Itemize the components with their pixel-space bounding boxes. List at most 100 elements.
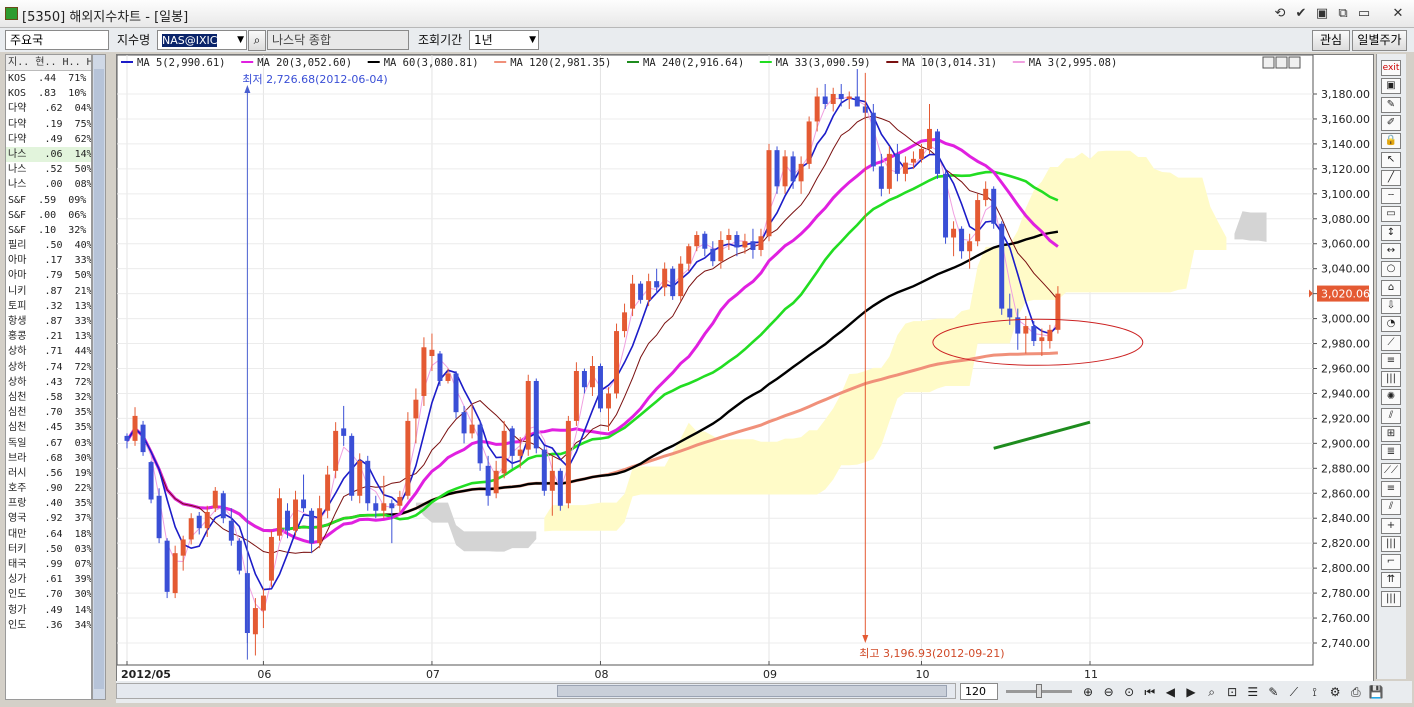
candle[interactable]: [501, 430, 507, 474]
list-item[interactable]: KOS .83 10%: [6, 86, 91, 101]
candle[interactable]: [509, 428, 515, 456]
candle[interactable]: [453, 373, 459, 413]
candle[interactable]: [164, 540, 170, 592]
candle[interactable]: [910, 158, 916, 163]
candle[interactable]: [325, 474, 331, 511]
list-item[interactable]: 상하 .71 44%: [6, 344, 91, 359]
list-item[interactable]: 터키 .50 03%: [6, 542, 91, 557]
candle[interactable]: [373, 503, 379, 511]
candle[interactable]: [285, 510, 290, 531]
minimize-icon[interactable]: ▭: [1355, 5, 1373, 23]
drawing-tool-button[interactable]: ⇩: [1381, 297, 1401, 314]
candle[interactable]: [927, 128, 932, 149]
drawing-tool-button[interactable]: ↔: [1381, 243, 1401, 259]
list-item[interactable]: 홍콩 .21 13%: [6, 329, 91, 344]
drawing-tool-button[interactable]: |||: [1381, 371, 1401, 388]
candle[interactable]: [204, 511, 210, 529]
candle[interactable]: [172, 553, 178, 594]
zoom-out-icon[interactable]: ⊖: [1101, 684, 1117, 700]
list-item[interactable]: 프랑 .40 35%: [6, 496, 91, 511]
candle[interactable]: [710, 248, 716, 262]
chart-scrollbar[interactable]: [116, 683, 956, 699]
prev-icon[interactable]: ◀: [1162, 684, 1178, 700]
drawing-tool-button[interactable]: ✐: [1381, 114, 1401, 131]
candle[interactable]: [236, 540, 242, 571]
candle[interactable]: [902, 162, 908, 174]
list-item[interactable]: 아마 .17 33%: [6, 253, 91, 268]
candle[interactable]: [565, 420, 571, 504]
candle[interactable]: [967, 241, 973, 252]
list-item[interactable]: S&F .59 09%: [6, 193, 91, 208]
dropdown-icon[interactable]: ▼: [237, 31, 244, 49]
candle[interactable]: [798, 163, 804, 182]
candle[interactable]: [349, 435, 355, 496]
candle[interactable]: [750, 241, 756, 250]
drawing-tool-button[interactable]: ▣: [1381, 78, 1401, 95]
restore-icon[interactable]: ⧉: [1334, 5, 1352, 23]
candle[interactable]: [493, 470, 499, 494]
drawing-tool-button[interactable]: ⫽: [1381, 499, 1401, 516]
candle[interactable]: [597, 366, 603, 409]
list-item[interactable]: 나스 .06 14%: [6, 146, 91, 163]
search-icon[interactable]: ⌕: [248, 30, 266, 51]
drawing-tool-button[interactable]: ⇈: [1381, 572, 1401, 589]
list-item[interactable]: 태국 .99 07%: [6, 557, 91, 572]
list-item[interactable]: 싱가 .61 39%: [6, 572, 91, 587]
list-item[interactable]: 필리 .50 40%: [6, 238, 91, 253]
drawing-tool-button[interactable]: 🔒: [1381, 133, 1401, 150]
drawing-tool-button[interactable]: ⫽: [1381, 407, 1401, 424]
candle[interactable]: [317, 508, 323, 544]
list-item[interactable]: 다약 .62 04%: [6, 101, 91, 116]
candle[interactable]: [389, 503, 395, 509]
chart-option-button[interactable]: [1288, 56, 1301, 69]
drawing-tool-button[interactable]: ⟋⟋: [1381, 462, 1401, 479]
candle[interactable]: [694, 234, 700, 247]
candle[interactable]: [1055, 293, 1061, 330]
candle[interactable]: [878, 166, 884, 189]
candle[interactable]: [918, 148, 924, 159]
candle[interactable]: [429, 349, 435, 357]
candle[interactable]: [1023, 326, 1029, 334]
candle[interactable]: [557, 470, 563, 506]
drawing-tool-button[interactable]: ≡: [1381, 352, 1401, 369]
indicator-icon[interactable]: ⟋: [1286, 684, 1302, 700]
dropdown-icon[interactable]: ▼: [529, 31, 536, 49]
pen-icon[interactable]: ✎: [1265, 684, 1281, 700]
candle[interactable]: [260, 595, 266, 611]
zoom-slider-handle[interactable]: [1036, 684, 1042, 698]
list-item[interactable]: 다약 .49 62%: [6, 132, 91, 147]
candle[interactable]: [397, 497, 403, 506]
candle[interactable]: [477, 424, 483, 464]
candle[interactable]: [1039, 337, 1045, 342]
list-item[interactable]: 인도 .70 30%: [6, 587, 91, 602]
candle[interactable]: [220, 493, 226, 519]
index-code-input[interactable]: NAS@IXIC ▼: [157, 30, 247, 50]
candle[interactable]: [686, 246, 692, 264]
candle[interactable]: [1007, 308, 1013, 318]
candle[interactable]: [421, 347, 427, 396]
list-item[interactable]: 심천 .45 35%: [6, 420, 91, 435]
list-item[interactable]: 나스 .52 50%: [6, 162, 91, 177]
list-item[interactable]: S&F .10 32%: [6, 223, 91, 238]
candle[interactable]: [437, 353, 443, 381]
list-item[interactable]: 아마 .79 50%: [6, 268, 91, 283]
zoom-fit-icon[interactable]: ⊙: [1121, 684, 1137, 700]
list-item[interactable]: S&F .00 06%: [6, 208, 91, 223]
candle[interactable]: [188, 518, 194, 540]
candle[interactable]: [646, 281, 652, 300]
candle[interactable]: [445, 373, 451, 381]
candle[interactable]: [461, 412, 467, 434]
drawing-tool-button[interactable]: ┄: [1381, 188, 1401, 205]
candle[interactable]: [662, 268, 668, 288]
list-item[interactable]: 러시 .56 19%: [6, 466, 91, 481]
list-scrollbar[interactable]: [92, 54, 106, 700]
candle[interactable]: [935, 131, 941, 174]
bar-count-input[interactable]: 120: [960, 683, 998, 700]
config-icon[interactable]: ⚙: [1327, 684, 1343, 700]
candle[interactable]: [622, 312, 628, 332]
close-icon[interactable]: ✕: [1389, 5, 1407, 23]
candle[interactable]: [806, 121, 812, 164]
candle[interactable]: [196, 515, 202, 529]
candle[interactable]: [156, 495, 162, 539]
candle[interactable]: [886, 153, 892, 189]
